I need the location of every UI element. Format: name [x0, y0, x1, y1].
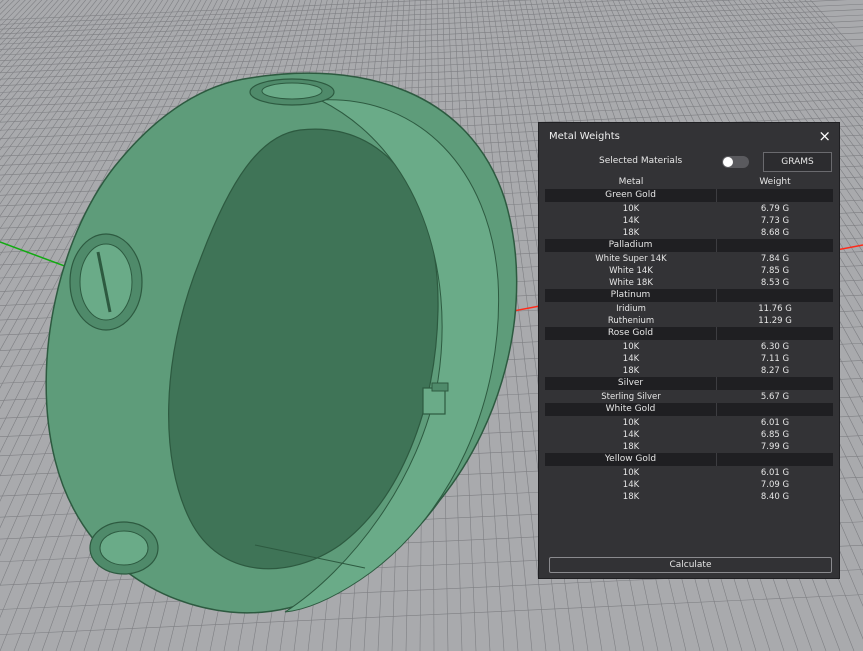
metal-cell: White 14K [609, 266, 653, 276]
weight-cell: 8.40 G [760, 492, 790, 502]
group-weight-cell [717, 453, 833, 466]
metal-cell: White Super 14K [595, 254, 667, 264]
metal-cell: 10K [622, 342, 640, 352]
metal-cell: Iridium [616, 304, 646, 314]
table-row: 14K 7.11 G [545, 353, 833, 365]
group-row: Silver [545, 377, 833, 390]
weight-cell: 8.53 G [760, 278, 790, 288]
weight-cell: 5.67 G [760, 392, 790, 402]
group-name: Palladium [545, 239, 717, 252]
metal-cell: White 18K [609, 278, 653, 288]
metal-cell: 10K [622, 418, 640, 428]
group-row: Yellow Gold [545, 453, 833, 466]
selected-materials-toggle[interactable] [722, 156, 749, 168]
table-row: White 14K 7.85 G [545, 265, 833, 277]
toggle-knob [723, 157, 733, 167]
table-row: 18K 8.27 G [545, 365, 833, 377]
metal-cell: 14K [622, 216, 640, 226]
metal-column-header: Metal [618, 177, 644, 187]
group-name: Platinum [545, 289, 717, 302]
weight-cell: 6.30 G [760, 342, 790, 352]
weights-table: Metal Weight Green Gold 10K 6.79 G 14K 7.73 … [545, 175, 833, 503]
metal-cell: 18K [622, 492, 640, 502]
group-weight-cell [717, 189, 833, 202]
table-row: 10K 6.30 G [545, 341, 833, 353]
metal-cell: 18K [622, 366, 640, 376]
weight-cell: 7.84 G [760, 254, 790, 264]
group-weight-cell [717, 289, 833, 302]
group-name: Silver [545, 377, 717, 390]
table-row: 10K 6.01 G [545, 417, 833, 429]
metal-cell: Sterling Silver [601, 392, 661, 402]
screw-top [249, 78, 335, 106]
metal-cell: 14K [622, 480, 640, 490]
table-row: 10K 6.01 G [545, 467, 833, 479]
group-row: Rose Gold [545, 327, 833, 340]
group-row: Platinum [545, 289, 833, 302]
group-weight-cell [717, 327, 833, 340]
weight-column-header: Weight [759, 177, 791, 187]
group-name: Green Gold [545, 189, 717, 202]
units-button[interactable]: GRAMS [763, 152, 832, 172]
metal-weights-panel: Metal Weights × Selected Materials GRAMS… [538, 122, 840, 579]
group-row: Green Gold [545, 189, 833, 202]
group-weight-cell [717, 377, 833, 390]
weight-cell: 8.27 G [760, 366, 790, 376]
table-row: White 18K 8.53 G [545, 277, 833, 289]
weight-cell: 8.68 G [760, 228, 790, 238]
weight-cell: 11.29 G [758, 316, 792, 326]
table-row: White Super 14K 7.84 G [545, 253, 833, 265]
group-weight-cell [717, 239, 833, 252]
metal-cell: 18K [622, 442, 640, 452]
metal-cell: Ruthenium [607, 316, 655, 326]
metal-cell: 14K [622, 430, 640, 440]
table-row: 14K 7.73 G [545, 215, 833, 227]
group-name: White Gold [545, 403, 717, 416]
table-row: 18K 8.68 G [545, 227, 833, 239]
weight-cell: 7.11 G [760, 354, 790, 364]
table-row: 14K 6.85 G [545, 429, 833, 441]
weight-cell: 6.01 G [760, 418, 790, 428]
metal-cell: 10K [622, 468, 640, 478]
weight-cell: 7.99 G [760, 442, 790, 452]
weight-cell: 7.85 G [760, 266, 790, 276]
group-row: Palladium [545, 239, 833, 252]
weight-cell: 6.79 G [760, 204, 790, 214]
weight-cell: 7.73 G [760, 216, 790, 226]
screw-left [69, 233, 143, 331]
screw-bottom [89, 521, 159, 575]
table-row: Sterling Silver 5.67 G [545, 391, 833, 403]
table-header: Metal Weight [545, 175, 833, 189]
calculate-button[interactable]: Calculate [549, 557, 832, 573]
selected-materials-label: Selected Materials [599, 156, 683, 166]
group-weight-cell [717, 403, 833, 416]
weight-cell: 6.85 G [760, 430, 790, 440]
table-row: 18K 8.40 G [545, 491, 833, 503]
weight-cell: 11.76 G [758, 304, 792, 314]
screw-inner [422, 382, 449, 415]
table-row: Iridium 11.76 G [545, 303, 833, 315]
table-row: 14K 7.09 G [545, 479, 833, 491]
group-row: White Gold [545, 403, 833, 416]
weight-cell: 7.09 G [760, 480, 790, 490]
table-body: Green Gold 10K 6.79 G 14K 7.73 G 18K 8.68 G Pal… [545, 189, 833, 503]
weight-cell: 6.01 G [760, 468, 790, 478]
group-name: Rose Gold [545, 327, 717, 340]
close-icon[interactable]: × [818, 126, 831, 146]
panel-title: Metal Weights [549, 131, 620, 142]
metal-cell: 14K [622, 354, 640, 364]
metal-cell: 10K [622, 204, 640, 214]
table-row: 18K 7.99 G [545, 441, 833, 453]
table-row: 10K 6.79 G [545, 203, 833, 215]
metal-cell: 18K [622, 228, 640, 238]
table-row: Ruthenium 11.29 G [545, 315, 833, 327]
selected-materials-row: Selected Materials GRAMS [539, 152, 839, 173]
group-name: Yellow Gold [545, 453, 717, 466]
